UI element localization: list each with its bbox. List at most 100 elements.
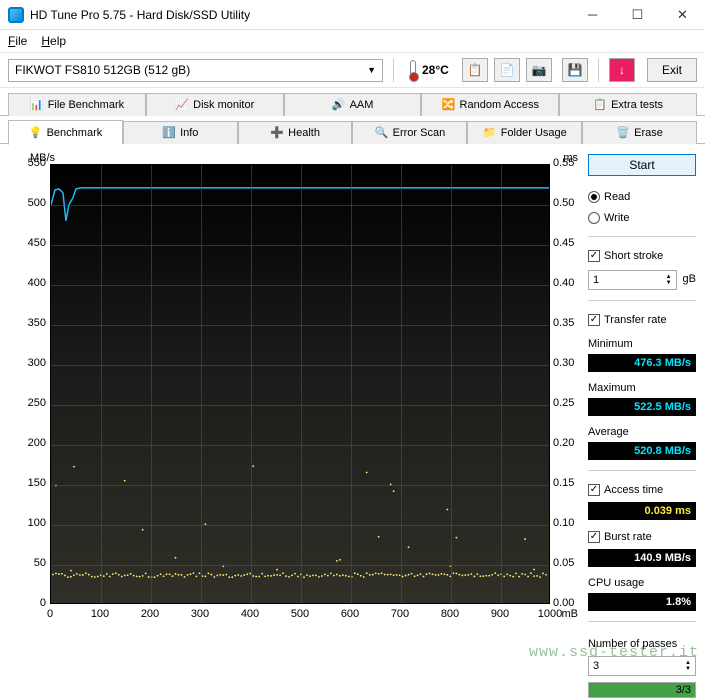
speaker-icon: 🔊 — [332, 98, 346, 112]
check-icon: ✓ — [588, 250, 600, 262]
min-label: Minimum — [588, 338, 696, 350]
y-right-tick: 0.40 — [553, 277, 583, 289]
window-controls: ─ ☐ ✕ — [570, 0, 705, 30]
progress-text: 3/3 — [676, 684, 691, 696]
folder-icon: 📁 — [483, 126, 497, 140]
temperature-value: 28°C — [422, 63, 449, 77]
y-right-tick: 0.25 — [553, 397, 583, 409]
check-short-stroke[interactable]: ✓Short stroke — [588, 247, 696, 264]
divider — [588, 621, 696, 622]
access-time-scatter — [51, 165, 549, 603]
tab-disk-monitor[interactable]: 📈Disk monitor — [146, 93, 284, 116]
x-tick: 900 — [485, 608, 515, 620]
y-right-tick: 0.15 — [553, 477, 583, 489]
bulb-icon: 💡 — [29, 126, 43, 140]
temperature-display: 28°C — [410, 60, 449, 80]
window-title: HD Tune Pro 5.75 - Hard Disk/SSD Utility — [30, 8, 570, 22]
radio-icon — [588, 212, 600, 224]
x-tick: 600 — [335, 608, 365, 620]
transfer-rate-line — [51, 165, 549, 603]
cpu-value: 1.8% — [588, 593, 696, 611]
y-left-tick: 100 — [16, 517, 46, 529]
tab-benchmark[interactable]: 💡Benchmark — [8, 120, 123, 145]
min-value: 476.3 MB/s — [588, 354, 696, 372]
check-transfer-rate[interactable]: ✓Transfer rate — [588, 311, 696, 328]
y-left-tick: 450 — [16, 237, 46, 249]
spinner[interactable]: ▲▼ — [685, 660, 691, 672]
search-icon: 🔍 — [375, 126, 389, 140]
divider — [393, 58, 394, 82]
maximize-button[interactable]: ☐ — [615, 0, 660, 30]
y-right-tick: 0.30 — [553, 357, 583, 369]
avg-label: Average — [588, 426, 696, 438]
tab-random-access[interactable]: 🔀Random Access — [421, 93, 559, 116]
y-right-tick: 0.50 — [553, 197, 583, 209]
y-left-tick: 150 — [16, 477, 46, 489]
radio-write[interactable]: Write — [588, 209, 696, 226]
tab-row-2: 💡Benchmark ℹ️Info ➕Health 🔍Error Scan 📁F… — [0, 120, 705, 144]
x-tick: 1000 — [535, 608, 565, 620]
exit-button[interactable]: Exit — [647, 58, 697, 82]
y-left-tick: 550 — [16, 157, 46, 169]
tab-aam[interactable]: 🔊AAM — [284, 93, 422, 116]
random-icon: 🔀 — [442, 98, 456, 112]
watermark: www.ssd-tester.it — [529, 644, 699, 661]
side-panel: Start Read Write ✓Short stroke 1▲▼ gB ✓T… — [588, 154, 696, 698]
tab-row-1: 📊File Benchmark 📈Disk monitor 🔊AAM 🔀Rand… — [0, 92, 705, 116]
drive-select[interactable]: FIKWOT FS810 512GB (512 gB) ▼ — [8, 59, 383, 82]
max-label: Maximum — [588, 382, 696, 394]
x-tick: 100 — [85, 608, 115, 620]
file-icon: 📊 — [30, 98, 44, 112]
start-button[interactable]: Start — [588, 154, 696, 176]
y-left-tick: 50 — [16, 557, 46, 569]
avg-value: 520.8 MB/s — [588, 442, 696, 460]
save-button[interactable]: 💾 — [562, 58, 588, 82]
short-stroke-input[interactable]: 1▲▼ — [588, 270, 677, 290]
tab-health[interactable]: ➕Health — [238, 121, 353, 144]
titlebar: HD Tune Pro 5.75 - Hard Disk/SSD Utility… — [0, 0, 705, 30]
radio-read[interactable]: Read — [588, 188, 696, 205]
access-value: 0.039 ms — [588, 502, 696, 520]
thermometer-icon — [410, 60, 416, 80]
y-right-tick: 0.05 — [553, 557, 583, 569]
tab-erase[interactable]: 🗑️Erase — [582, 121, 697, 144]
health-icon: ➕ — [270, 126, 284, 140]
check-burst-rate[interactable]: ✓Burst rate — [588, 528, 696, 545]
gb-label: gB — [683, 273, 696, 285]
app-icon — [8, 7, 24, 23]
screenshot-button[interactable]: 📷 — [526, 58, 552, 82]
y-left-tick: 500 — [16, 197, 46, 209]
copy-screenshot-button[interactable]: 📄 — [494, 58, 520, 82]
max-value: 522.5 MB/s — [588, 398, 696, 416]
tab-info[interactable]: ℹ️Info — [123, 121, 238, 144]
divider — [588, 300, 696, 301]
benchmark-chart — [50, 164, 550, 604]
tab-extra-tests[interactable]: 📋Extra tests — [559, 93, 697, 116]
monitor-icon: 📈 — [175, 98, 189, 112]
tab-folder-usage[interactable]: 📁Folder Usage — [467, 121, 582, 144]
drive-name: FIKWOT FS810 512GB (512 gB) — [15, 63, 190, 77]
spinner[interactable]: ▲▼ — [666, 274, 672, 286]
close-button[interactable]: ✕ — [660, 0, 705, 30]
content-area: MB/s ms mB 55050045040035030025020015010… — [0, 144, 705, 698]
trash-icon: 🗑️ — [616, 126, 630, 140]
toolbar: FIKWOT FS810 512GB (512 gB) ▼ 28°C 📋 📄 📷… — [0, 52, 705, 88]
copy-info-button[interactable]: 📋 — [462, 58, 488, 82]
options-button[interactable]: ↓ — [609, 58, 635, 82]
menu-file[interactable]: File — [8, 34, 27, 48]
minimize-button[interactable]: ─ — [570, 0, 615, 30]
progress-bar: 3/3 — [588, 682, 696, 698]
y-left-tick: 400 — [16, 277, 46, 289]
x-tick: 500 — [285, 608, 315, 620]
y-left-tick: 200 — [16, 437, 46, 449]
extra-icon: 📋 — [593, 98, 607, 112]
y-right-tick: 0.20 — [553, 437, 583, 449]
check-access-time[interactable]: ✓Access time — [588, 481, 696, 498]
tab-error-scan[interactable]: 🔍Error Scan — [352, 121, 467, 144]
y-right-tick: 0.55 — [553, 157, 583, 169]
menu-help[interactable]: Help — [41, 34, 66, 48]
tab-file-benchmark[interactable]: 📊File Benchmark — [8, 93, 146, 116]
divider — [588, 470, 696, 471]
x-tick: 300 — [185, 608, 215, 620]
x-tick: 400 — [235, 608, 265, 620]
